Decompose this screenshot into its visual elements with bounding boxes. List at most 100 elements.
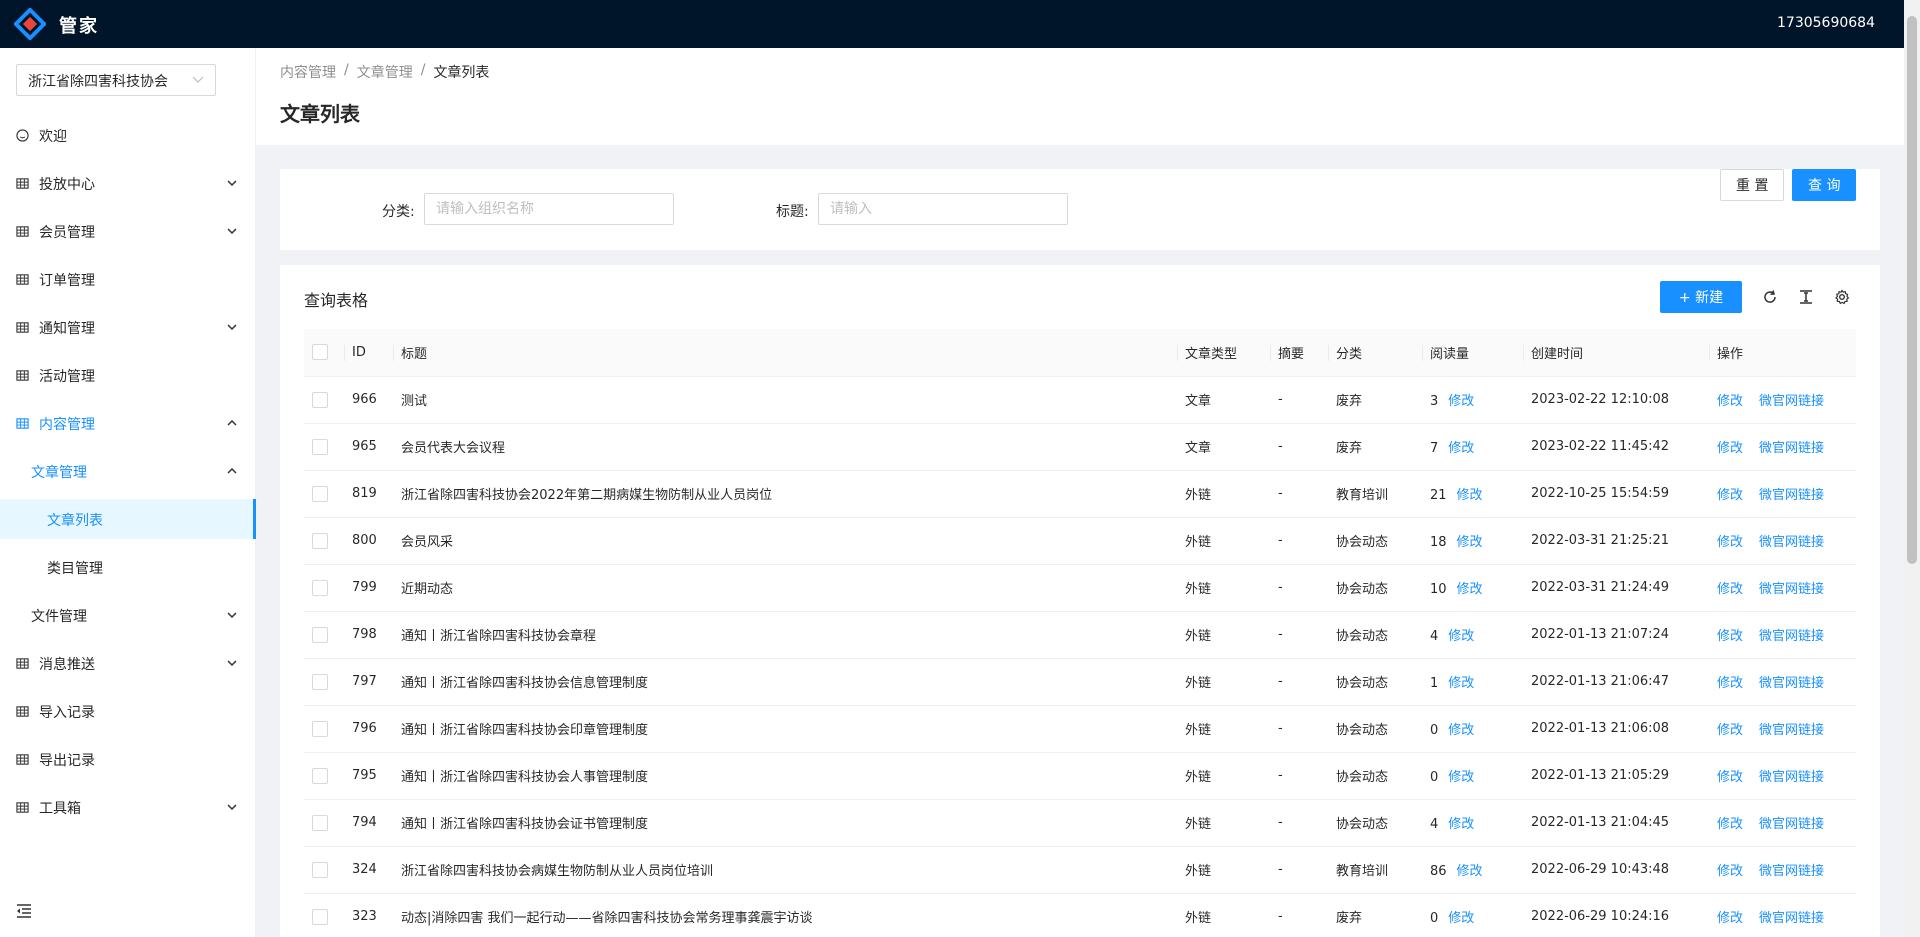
- cell-actions: 修改 微官网链接: [1709, 846, 1856, 894]
- sidebar-item-welcome[interactable]: 欢迎: [0, 115, 256, 155]
- menu-fold-icon[interactable]: [16, 904, 32, 918]
- chevron-down-icon: [227, 660, 237, 667]
- sidebar-item-categories[interactable]: 类目管理: [0, 547, 256, 587]
- wechat-link[interactable]: 微官网链接: [1759, 864, 1824, 879]
- row-checkbox[interactable]: [312, 908, 328, 925]
- sidebar-item-toolbox[interactable]: 工具箱: [0, 787, 256, 827]
- breadcrumb-item-content[interactable]: 内容管理: [280, 62, 336, 82]
- sidebar-item-export-log[interactable]: 导出记录: [0, 739, 256, 779]
- row-checkbox[interactable]: [312, 438, 328, 455]
- edit-link[interactable]: 修改: [1717, 488, 1743, 503]
- column-header-id[interactable]: ID: [344, 329, 393, 377]
- edit-reads-link[interactable]: 修改: [1457, 488, 1483, 503]
- column-height-icon[interactable]: [1798, 289, 1814, 305]
- select-all-checkbox[interactable]: [312, 344, 328, 361]
- breadcrumb-separator: /: [420, 62, 426, 78]
- sidebar-item-label: 活动管理: [39, 369, 95, 385]
- breadcrumb-item-article-list: 文章列表: [433, 65, 490, 81]
- wechat-link[interactable]: 微官网链接: [1759, 582, 1824, 597]
- table-icon: [16, 754, 29, 765]
- row-checkbox[interactable]: [312, 720, 328, 737]
- wechat-link[interactable]: 微官网链接: [1759, 394, 1824, 409]
- edit-link[interactable]: 修改: [1717, 441, 1743, 456]
- edit-reads-link[interactable]: 修改: [1448, 817, 1474, 832]
- edit-reads-link[interactable]: 修改: [1448, 629, 1474, 644]
- row-checkbox[interactable]: [312, 391, 328, 408]
- sidebar-item-delivery[interactable]: 投放中心: [0, 163, 256, 203]
- edit-link[interactable]: 修改: [1717, 864, 1743, 879]
- row-checkbox[interactable]: [312, 814, 328, 831]
- wechat-link[interactable]: 微官网链接: [1759, 488, 1824, 503]
- wechat-link[interactable]: 微官网链接: [1759, 911, 1824, 926]
- logo-icon[interactable]: [14, 8, 46, 40]
- sidebar-item-orders[interactable]: 订单管理: [0, 259, 256, 299]
- edit-reads-link[interactable]: 修改: [1457, 864, 1483, 879]
- org-select[interactable]: 浙江省除四害科技协会: [16, 64, 216, 96]
- user-account[interactable]: 17305690684: [1777, 15, 1875, 31]
- row-checkbox[interactable]: [312, 861, 328, 878]
- edit-link[interactable]: 修改: [1717, 817, 1743, 832]
- wechat-link[interactable]: 微官网链接: [1759, 676, 1824, 691]
- edit-reads-link[interactable]: 修改: [1448, 441, 1474, 456]
- setting-icon[interactable]: [1834, 289, 1850, 305]
- row-checkbox[interactable]: [312, 532, 328, 549]
- sidebar-item-members[interactable]: 会员管理: [0, 211, 256, 251]
- edit-link[interactable]: 修改: [1717, 582, 1743, 597]
- column-header-created[interactable]: 创建时间: [1523, 329, 1709, 377]
- wechat-link[interactable]: 微官网链接: [1759, 441, 1824, 456]
- row-checkbox[interactable]: [312, 767, 328, 784]
- wechat-link[interactable]: 微官网链接: [1759, 770, 1824, 785]
- new-button[interactable]: + 新建: [1660, 281, 1742, 313]
- column-header-reads[interactable]: 阅读量: [1422, 329, 1523, 377]
- wechat-link[interactable]: 微官网链接: [1759, 535, 1824, 550]
- edit-link[interactable]: 修改: [1717, 629, 1743, 644]
- wechat-link[interactable]: 微官网链接: [1759, 817, 1824, 832]
- column-header-category[interactable]: 分类: [1328, 329, 1422, 377]
- sidebar-item-import-log[interactable]: 导入记录: [0, 691, 256, 731]
- reset-button[interactable]: 重 置: [1720, 169, 1785, 201]
- edit-link[interactable]: 修改: [1717, 770, 1743, 785]
- sidebar-item-content[interactable]: 内容管理: [0, 403, 256, 443]
- edit-link[interactable]: 修改: [1717, 911, 1743, 926]
- edit-link[interactable]: 修改: [1717, 676, 1743, 691]
- edit-reads-link[interactable]: 修改: [1448, 676, 1474, 691]
- sidebar-item-activities[interactable]: 活动管理: [0, 355, 256, 395]
- reload-icon[interactable]: [1762, 289, 1778, 305]
- cell-type: 外链: [1177, 705, 1270, 753]
- page-scrollbar[interactable]: [1904, 0, 1920, 937]
- sidebar-item-push[interactable]: 消息推送: [0, 643, 256, 683]
- sidebar-item-article-list[interactable]: 文章列表: [0, 499, 256, 539]
- edit-link[interactable]: 修改: [1717, 394, 1743, 409]
- cell-summary: -: [1270, 705, 1328, 753]
- edit-link[interactable]: 修改: [1717, 723, 1743, 738]
- wechat-link[interactable]: 微官网链接: [1759, 629, 1824, 644]
- column-header-summary[interactable]: 摘要: [1270, 329, 1328, 377]
- scrollbar-thumb[interactable]: [1907, 16, 1917, 564]
- category-input[interactable]: [424, 193, 674, 225]
- edit-reads-link[interactable]: 修改: [1448, 723, 1474, 738]
- row-checkbox[interactable]: [312, 673, 328, 690]
- edit-reads-link[interactable]: 修改: [1448, 911, 1474, 926]
- sidebar-item-files[interactable]: 文件管理: [0, 595, 256, 635]
- row-select-cell: [304, 564, 344, 612]
- wechat-link[interactable]: 微官网链接: [1759, 723, 1824, 738]
- column-header-title[interactable]: 标题: [393, 329, 1177, 377]
- cell-id: 324: [344, 846, 393, 894]
- row-checkbox[interactable]: [312, 485, 328, 502]
- edit-reads-link[interactable]: 修改: [1457, 582, 1483, 597]
- query-button[interactable]: 查 询: [1792, 169, 1857, 201]
- edit-link[interactable]: 修改: [1717, 535, 1743, 550]
- row-checkbox[interactable]: [312, 579, 328, 596]
- title-input[interactable]: [818, 193, 1068, 225]
- column-header-type[interactable]: 文章类型: [1177, 329, 1270, 377]
- table-icon: [16, 706, 29, 717]
- row-checkbox[interactable]: [312, 626, 328, 643]
- sidebar-item-notifications[interactable]: 通知管理: [0, 307, 256, 347]
- edit-reads-link[interactable]: 修改: [1457, 535, 1483, 550]
- edit-reads-link[interactable]: 修改: [1448, 394, 1474, 409]
- sidebar-item-articles[interactable]: 文章管理: [0, 451, 256, 491]
- category-label: 分类:: [382, 204, 415, 220]
- breadcrumb-item-articles[interactable]: 文章管理: [357, 62, 413, 82]
- cell-summary: -: [1270, 799, 1328, 847]
- edit-reads-link[interactable]: 修改: [1448, 770, 1474, 785]
